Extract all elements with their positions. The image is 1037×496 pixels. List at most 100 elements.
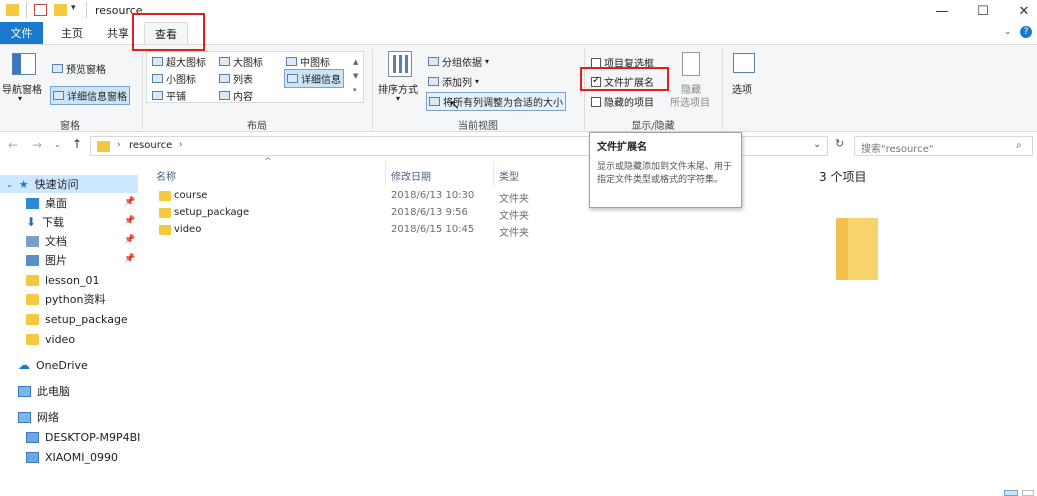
details-pane-button[interactable]: 详细信息窗格: [50, 86, 130, 105]
highlight-box-view-tab: [132, 13, 205, 51]
folder-icon: [159, 191, 171, 201]
group-by-icon: [428, 57, 439, 66]
divider: [372, 49, 373, 129]
layout-extra-large-icons[interactable]: 超大图标: [152, 54, 206, 69]
layout-small-icons[interactable]: 小图标: [152, 71, 196, 86]
folder-icon: [159, 225, 171, 235]
item-checkboxes-checkbox[interactable]: [591, 57, 601, 68]
list-icon: [219, 74, 230, 83]
divider[interactable]: [493, 162, 494, 186]
address-dropdown-icon[interactable]: ⌄: [813, 139, 821, 150]
add-columns-button[interactable]: 添加列 ▾: [428, 74, 479, 89]
help-icon[interactable]: ?: [1020, 26, 1032, 38]
fit-columns-button[interactable]: 将所有列调整为合适的大小: [426, 92, 566, 111]
nav-item-python[interactable]: python资料: [26, 290, 105, 308]
column-header-type[interactable]: 类型: [499, 168, 519, 183]
extra-large-icons-icon: [152, 57, 163, 66]
pin-icon[interactable]: 📌: [124, 197, 135, 207]
group-label-show-hide: 显示/隐藏: [631, 121, 675, 132]
minimize-button[interactable]: —: [921, 0, 963, 22]
folder-icon: [26, 313, 39, 325]
hide-selected-icon: [682, 52, 700, 76]
tooltip: 文件扩展名 显示或隐藏添加到文件末尾、用于指定文件类型或格式的字符集。: [589, 132, 742, 208]
folder-icon: [26, 293, 39, 305]
chevron-down-icon: ▾: [18, 94, 23, 103]
layout-list[interactable]: 列表: [219, 71, 253, 86]
hide-selected-sub-label: 所选项目: [670, 98, 710, 109]
nav-item-lesson-01[interactable]: lesson_01: [26, 271, 99, 289]
preview-pane-icon: [52, 64, 63, 73]
breadcrumb-chevron-icon[interactable]: ›: [179, 140, 183, 150]
navigation-pane-icon[interactable]: [12, 53, 36, 75]
gallery-scroll-icon[interactable]: ▲ ▼ ▾: [353, 55, 358, 97]
large-icons-view-button[interactable]: [1022, 490, 1034, 496]
group-label-panes: 窗格: [60, 121, 80, 132]
details-view-button[interactable]: [1004, 490, 1018, 496]
divider[interactable]: [385, 162, 386, 186]
folder-icon: [26, 274, 39, 286]
back-icon[interactable]: ←: [8, 138, 18, 152]
up-icon[interactable]: ↑: [72, 137, 82, 151]
tab-home[interactable]: 主页: [52, 22, 92, 44]
table-row[interactable]: video 2018/6/15 10:45 文件夹: [154, 222, 584, 239]
breadcrumb-resource[interactable]: resource: [129, 140, 172, 151]
column-header-date[interactable]: 修改日期: [391, 168, 431, 183]
new-folder-icon[interactable]: [54, 4, 67, 16]
nav-network-xiaomi[interactable]: XIAOMI_0990: [26, 448, 118, 466]
item-count: 3 个项目: [819, 170, 867, 184]
recent-locations-icon[interactable]: ⌄: [54, 140, 61, 149]
layout-medium-icons[interactable]: 中图标: [286, 54, 330, 69]
breadcrumb-chevron-icon[interactable]: ›: [117, 140, 121, 150]
nav-network-desktop[interactable]: DESKTOP-M9P4BI: [26, 428, 140, 446]
small-icons-icon: [152, 74, 163, 83]
close-button[interactable]: ✕: [1003, 0, 1037, 22]
preview-pane-button[interactable]: 预览窗格: [52, 61, 106, 76]
nav-this-pc[interactable]: 此电脑: [18, 382, 70, 400]
search-input[interactable]: 搜索"resource": [854, 136, 1033, 156]
nav-item-documents[interactable]: 文档: [26, 232, 67, 250]
computer-icon: [26, 431, 39, 443]
hidden-items-toggle[interactable]: 隐藏的项目: [591, 94, 654, 109]
customize-qat-icon[interactable]: ▾: [71, 3, 76, 13]
chevron-down-icon: ⌄: [6, 179, 13, 189]
hidden-items-checkbox[interactable]: [591, 96, 601, 107]
nav-item-downloads[interactable]: ⬇ 下载: [26, 213, 64, 231]
pin-icon[interactable]: 📌: [124, 235, 135, 245]
table-row[interactable]: course 2018/6/13 10:30 文件夹: [154, 188, 584, 205]
column-header-name[interactable]: 名称: [156, 168, 176, 183]
tooltip-title: 文件扩展名: [597, 142, 647, 153]
nav-quick-access[interactable]: ⌄ ★ 快速访问: [0, 175, 138, 193]
table-row[interactable]: setup_package 2018/6/13 9:56 文件夹: [154, 205, 584, 222]
pictures-icon: [26, 254, 39, 266]
pin-icon[interactable]: 📌: [124, 254, 135, 264]
folder-icon: [97, 141, 110, 152]
layout-content[interactable]: 内容: [219, 88, 253, 103]
layout-large-icons[interactable]: 大图标: [219, 54, 263, 69]
group-by-button[interactable]: 分组依据 ▾: [428, 54, 489, 69]
nav-item-setup-package[interactable]: setup_package: [26, 310, 128, 328]
properties-icon[interactable]: [34, 4, 47, 16]
folder-icon: [26, 333, 39, 345]
large-icons-icon: [219, 57, 230, 66]
nav-network[interactable]: 网络: [18, 408, 59, 426]
tab-file[interactable]: 文件: [0, 22, 43, 44]
layout-details[interactable]: 详细信息: [284, 69, 344, 88]
fit-columns-icon: [429, 97, 440, 106]
group-label-layout: 布局: [247, 121, 267, 132]
desktop-icon: [26, 197, 39, 209]
divider: [86, 2, 87, 18]
pin-icon[interactable]: 📌: [124, 216, 135, 226]
computer-icon: [26, 451, 39, 463]
collapse-ribbon-icon[interactable]: ⌄: [1004, 27, 1012, 37]
forward-icon[interactable]: →: [32, 138, 42, 152]
nav-onedrive[interactable]: ☁ OneDrive: [18, 356, 88, 374]
maximize-button[interactable]: ☐: [962, 0, 1004, 22]
refresh-icon[interactable]: ↻: [835, 137, 844, 150]
search-icon[interactable]: ⌕: [1016, 140, 1022, 151]
options-button[interactable]: 选项: [732, 81, 752, 96]
computer-icon: [18, 385, 31, 397]
layout-tiles[interactable]: 平铺: [152, 88, 186, 103]
nav-item-pictures[interactable]: 图片: [26, 251, 67, 269]
nav-item-desktop[interactable]: 桌面: [26, 194, 67, 212]
nav-item-video[interactable]: video: [26, 330, 75, 348]
